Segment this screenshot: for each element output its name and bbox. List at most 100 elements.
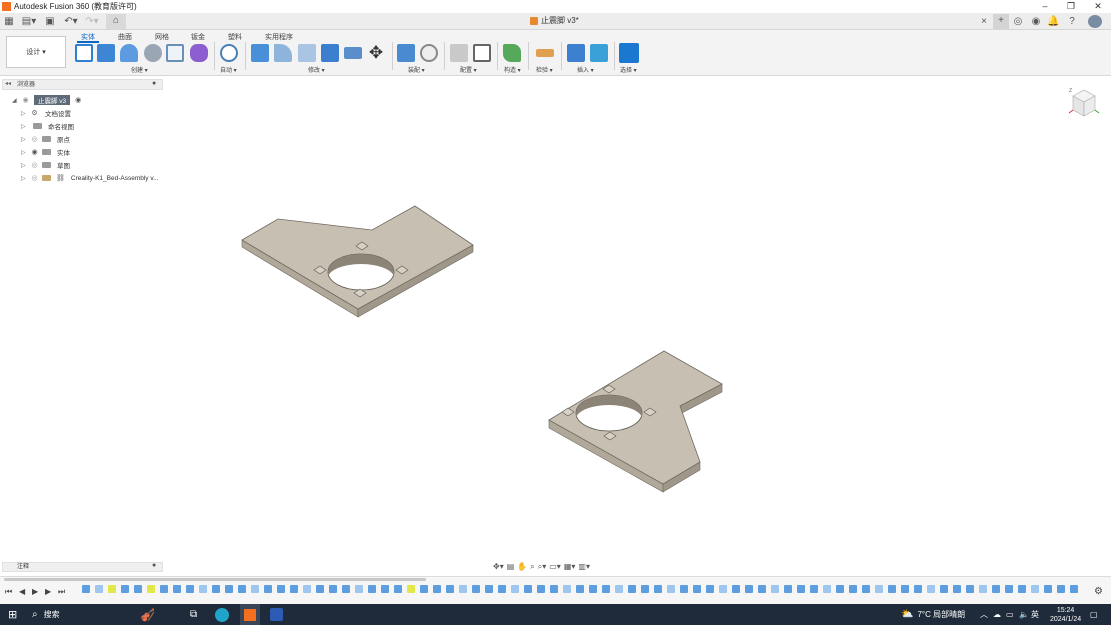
viewports-icon[interactable]: ▥▾: [578, 562, 590, 571]
timeline-feature[interactable]: [108, 585, 116, 593]
press-pull-icon[interactable]: [251, 44, 269, 62]
timeline-feature[interactable]: [173, 585, 181, 593]
browser-item-named-views[interactable]: ▷ 命名视图: [0, 120, 170, 132]
timeline-feature[interactable]: [212, 585, 220, 593]
browser-root-row[interactable]: ◢ ◉ 止震脚 v3 ◉: [0, 94, 170, 106]
browser-item-origin[interactable]: ▷ ◎ 原点: [0, 133, 170, 145]
timeline-feature[interactable]: [836, 585, 844, 593]
timeline-feature[interactable]: [966, 585, 974, 593]
timeline-feature[interactable]: [394, 585, 402, 593]
combine-icon[interactable]: [344, 47, 362, 59]
clock[interactable]: 15:24 2024/1/24: [1050, 604, 1081, 625]
timeline-feature[interactable]: [121, 585, 129, 593]
notes-pin-icon[interactable]: ●: [152, 562, 156, 569]
timeline-feature[interactable]: [1057, 585, 1065, 593]
shell-icon[interactable]: [321, 44, 339, 62]
chamfer-icon[interactable]: [298, 44, 316, 62]
timeline-feature[interactable]: [940, 585, 948, 593]
timeline-feature[interactable]: [381, 585, 389, 593]
construct-plane-icon[interactable]: [503, 44, 521, 62]
timeline-feature[interactable]: [355, 585, 363, 593]
display-settings-icon[interactable]: ▭▾: [549, 562, 561, 571]
timeline-feature[interactable]: [160, 585, 168, 593]
timeline-feature[interactable]: [927, 585, 935, 593]
timeline-feature[interactable]: [446, 585, 454, 593]
eye-hidden-icon[interactable]: ◎: [30, 174, 39, 182]
browser-pin-icon[interactable]: ●: [152, 80, 156, 87]
onedrive-icon[interactable]: ☁: [993, 604, 1001, 625]
timeline-feature[interactable]: [576, 585, 584, 593]
timeline-feature[interactable]: [745, 585, 753, 593]
timeline-feature[interactable]: [199, 585, 207, 593]
timeline-feature[interactable]: [459, 585, 467, 593]
parameters-table-icon[interactable]: [473, 44, 491, 62]
extrude-icon[interactable]: [97, 44, 115, 62]
timeline-settings-gear-icon[interactable]: ⚙: [1094, 586, 1103, 597]
timeline-feature[interactable]: [264, 585, 272, 593]
timeline-feature[interactable]: [888, 585, 896, 593]
tab-solid[interactable]: 实体: [77, 32, 99, 43]
job-status-icon[interactable]: ◉: [1030, 15, 1042, 28]
timeline-feature[interactable]: [277, 585, 285, 593]
timeline-feature[interactable]: [420, 585, 428, 593]
timeline-feature[interactable]: [550, 585, 558, 593]
eye-hidden-icon[interactable]: ◎: [30, 135, 39, 143]
browser-item-bodies[interactable]: ▷ ◉ 实体: [0, 146, 170, 158]
timeline-feature[interactable]: [654, 585, 662, 593]
group-select[interactable]: 选择 ▾: [620, 65, 637, 74]
tab-mesh[interactable]: 网格: [155, 32, 169, 42]
timeline-feature[interactable]: [823, 585, 831, 593]
timeline-feature[interactable]: [511, 585, 519, 593]
minimize-button[interactable]: –: [1032, 0, 1058, 13]
timeline-feature[interactable]: [290, 585, 298, 593]
timeline-feature[interactable]: [849, 585, 857, 593]
network-icon[interactable]: ▭: [1006, 604, 1014, 625]
tray-chevron-icon[interactable]: ︿: [980, 604, 988, 625]
go-to-end-icon[interactable]: ⏭: [58, 587, 65, 597]
timeline-feature[interactable]: [1070, 585, 1078, 593]
timeline-feature[interactable]: [1018, 585, 1026, 593]
insert-canvas-icon[interactable]: [590, 44, 608, 62]
timeline-feature[interactable]: [706, 585, 714, 593]
grid-settings-icon[interactable]: ▦▾: [564, 562, 576, 571]
help-icon[interactable]: ?: [1066, 15, 1078, 28]
notifications-icon[interactable]: 🔔: [1047, 15, 1059, 28]
timeline-feature[interactable]: [95, 585, 103, 593]
play-icon[interactable]: ▶: [32, 587, 38, 596]
user-avatar[interactable]: [1088, 15, 1102, 28]
timeline-feature[interactable]: [862, 585, 870, 593]
look-at-icon[interactable]: ▤: [507, 562, 515, 571]
timeline-feature[interactable]: [368, 585, 376, 593]
orbit-icon[interactable]: ✥▾: [493, 562, 504, 571]
timeline-feature[interactable]: [667, 585, 675, 593]
home-icon[interactable]: ⌂: [106, 14, 126, 29]
fusion-taskbar-icon[interactable]: [240, 604, 260, 625]
bracket-part-left[interactable]: [241, 205, 474, 318]
expand-triangle-icon[interactable]: ▷: [21, 162, 27, 169]
step-back-icon[interactable]: ◀: [19, 587, 25, 596]
timeline-feature[interactable]: [186, 585, 194, 593]
configure-icon[interactable]: [450, 44, 468, 62]
timeline-feature[interactable]: [251, 585, 259, 593]
timeline-feature[interactable]: [1031, 585, 1039, 593]
timeline-features[interactable]: [78, 583, 1088, 597]
notification-center-icon[interactable]: ▢: [1090, 604, 1098, 625]
timeline-feature[interactable]: [589, 585, 597, 593]
timeline-feature[interactable]: [407, 585, 415, 593]
undo-icon[interactable]: ↶▾: [63, 15, 79, 28]
viewcube-icon[interactable]: Z: [1068, 86, 1100, 120]
volume-icon[interactable]: 🔈: [1019, 604, 1029, 625]
new-component-icon[interactable]: [397, 44, 415, 62]
group-create[interactable]: 创建 ▾: [131, 65, 148, 74]
timeline-feature[interactable]: [524, 585, 532, 593]
timeline-feature[interactable]: [1044, 585, 1052, 593]
timeline-feature[interactable]: [537, 585, 545, 593]
maximize-button[interactable]: ❐: [1058, 0, 1084, 13]
timeline-feature[interactable]: [979, 585, 987, 593]
tab-surface[interactable]: 曲面: [118, 32, 132, 42]
group-modify[interactable]: 修改 ▾: [308, 65, 325, 74]
weather-widget[interactable]: ⛅ 7°C 局部晴朗: [901, 604, 965, 625]
group-configure[interactable]: 配置 ▾: [460, 65, 477, 74]
expand-triangle-icon[interactable]: ◢: [12, 97, 18, 104]
timeline-feature[interactable]: [719, 585, 727, 593]
